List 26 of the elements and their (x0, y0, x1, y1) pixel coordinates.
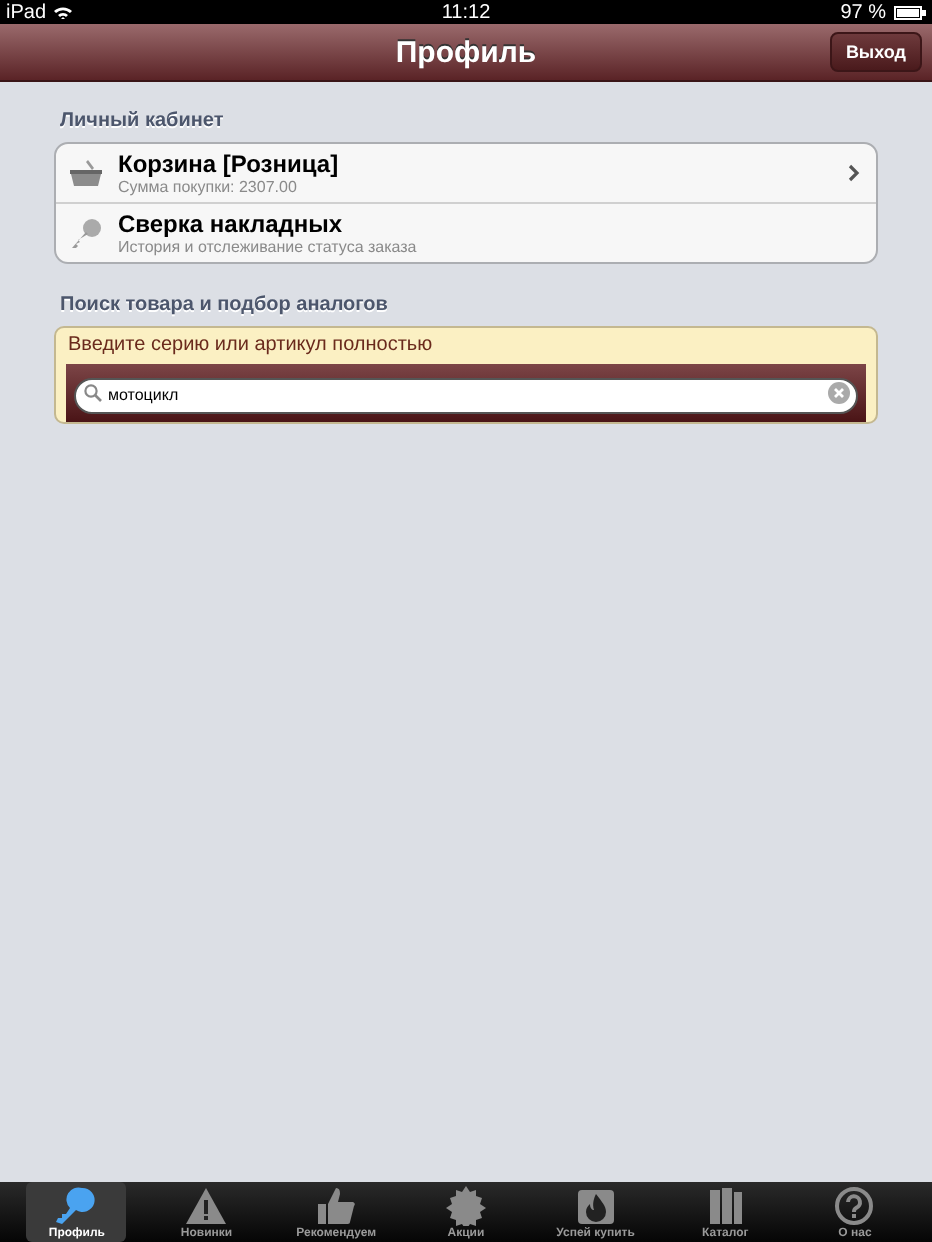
item-title: Корзина [Розница] (118, 150, 341, 178)
help-icon (832, 1185, 877, 1225)
clock: 11:12 (441, 1, 491, 23)
chevron-icon (848, 164, 860, 182)
section-header: Поиск товара и подбор аналогов (60, 294, 390, 316)
basket-icon (70, 159, 102, 187)
item-title: Сверка накладных (118, 210, 345, 238)
item-subtitle: Сумма покупки: 2307.00 (118, 178, 299, 196)
wifi-icon (54, 5, 73, 19)
clear-icon[interactable] (828, 381, 850, 403)
section-header: Личный кабинет (60, 110, 226, 132)
search-icon (84, 383, 102, 401)
item-subtitle: История и отслеживание статуса заказа (118, 238, 419, 256)
window-title: Профиль (395, 35, 537, 69)
gear-icon (443, 1185, 488, 1225)
warning-icon (184, 1185, 229, 1225)
flame-icon (573, 1185, 618, 1225)
search-hint: Введите серию или артикул полностью (66, 332, 435, 360)
logout-button[interactable]: Выход (829, 32, 922, 72)
battery-percent: 97 % (840, 1, 886, 23)
menu-item[interactable]: Корзина [Розница] Сумма покупки: 2307.00 (56, 144, 876, 202)
thumbs-up-icon (314, 1185, 359, 1225)
search-field[interactable]: мотоцикл (74, 377, 858, 413)
menu-item[interactable]: Сверка накладных История и отслеживание статуса заказа (56, 202, 876, 262)
battery-icon (893, 5, 926, 19)
device-name: iPad (6, 1, 47, 23)
